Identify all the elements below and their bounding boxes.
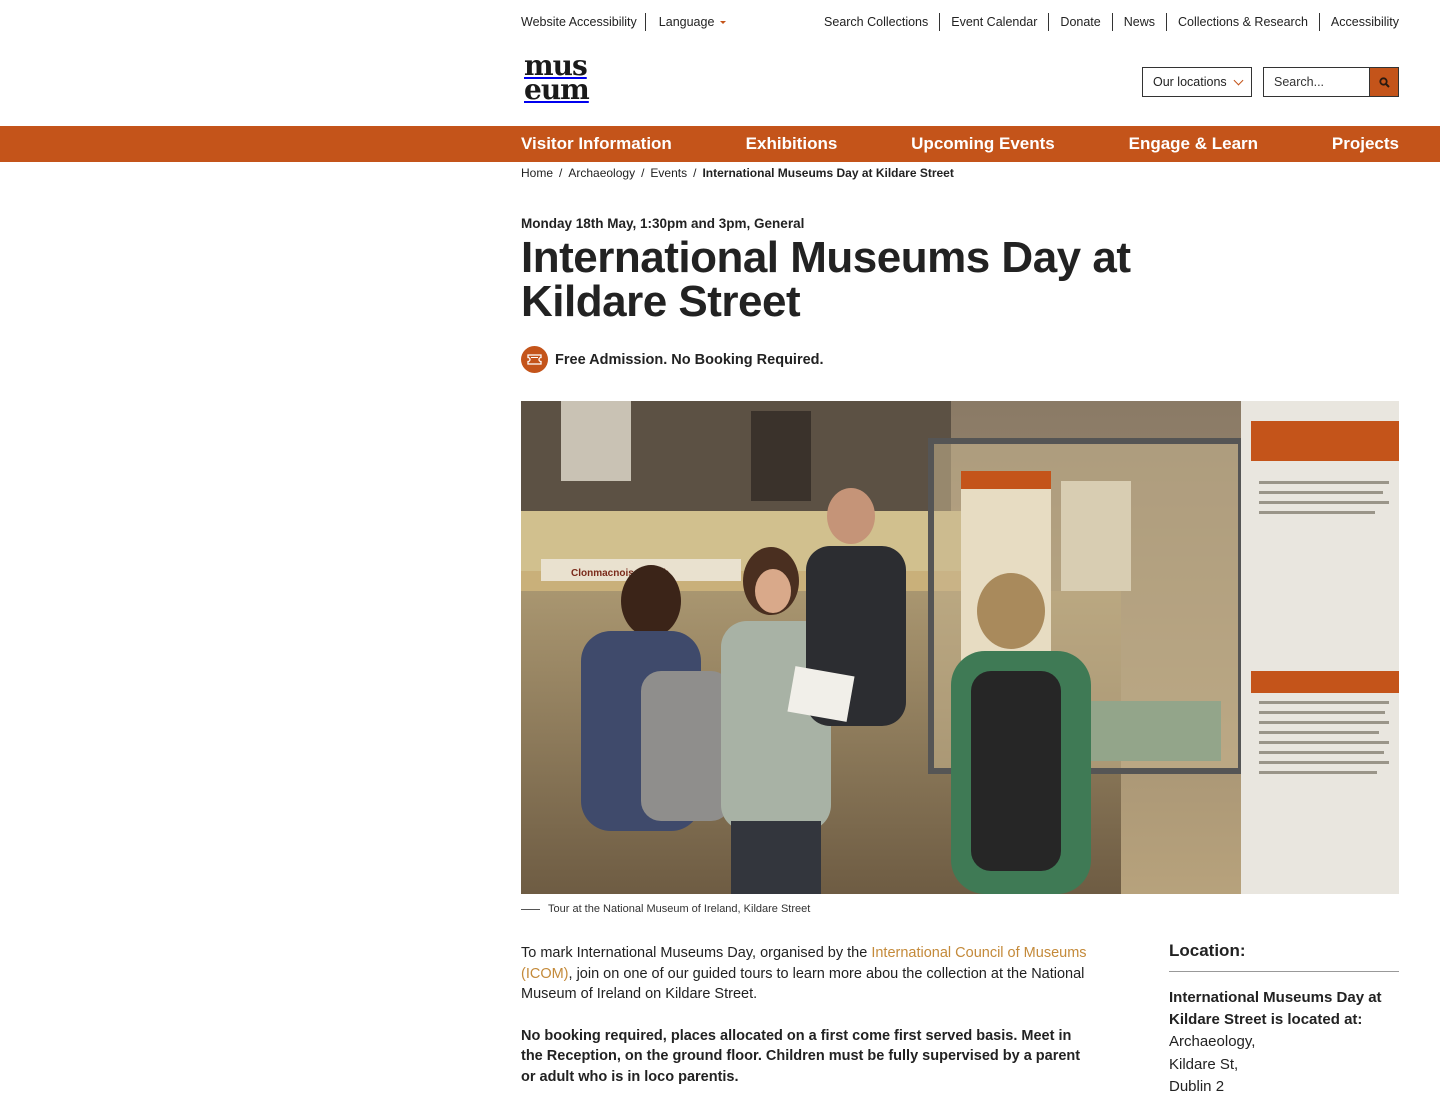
hero-photo: Clonmacnoise Tarbh (521, 401, 1399, 894)
breadcrumb-separator: / (693, 166, 697, 180)
collections-research-link[interactable]: Collections & Research (1166, 13, 1319, 31)
utility-right: Search Collections Event Calendar Donate… (824, 13, 1399, 31)
nav-engage-learn[interactable]: Engage & Learn (1129, 134, 1258, 154)
breadcrumb-separator: / (641, 166, 645, 180)
description-text: , join on one of our guided tours to lea… (521, 965, 1085, 1003)
news-link[interactable]: News (1111, 13, 1166, 31)
search-box (1263, 67, 1399, 97)
breadcrumb: Home / Archaeology / Events / Internatio… (521, 166, 954, 180)
gallery-tour-illustration: Clonmacnoise Tarbh (521, 401, 1399, 894)
search-button[interactable] (1369, 68, 1398, 96)
website-accessibility-link[interactable]: Website Accessibility (521, 13, 646, 31)
breadcrumb-current: International Museums Day at Kildare Str… (702, 166, 954, 180)
admission-info: Free Admission. No Booking Required. (521, 346, 824, 373)
language-label: Language (658, 15, 715, 29)
photo-caption: Tour at the National Museum of Ireland, … (521, 903, 810, 915)
caption-rule (521, 908, 540, 910)
location-intro: International Museums Day at Kildare Str… (1169, 989, 1382, 1028)
description-paragraph: To mark International Museums Day, organ… (521, 943, 1091, 1005)
event-date-meta: Monday 18th May, 1:30pm and 3pm, General (521, 216, 805, 231)
main-nav-items: Visitor Information Exhibitions Upcoming… (521, 126, 1399, 162)
location-panel: Location: International Museums Day at K… (1169, 941, 1399, 1099)
language-dropdown[interactable]: Language (659, 13, 727, 31)
location-heading: Location: (1169, 941, 1399, 972)
our-locations-label: Our locations (1153, 75, 1227, 89)
nav-projects[interactable]: Projects (1332, 134, 1399, 154)
donate-link[interactable]: Donate (1048, 13, 1111, 31)
chevron-down-icon (1233, 75, 1244, 85)
search-input[interactable] (1264, 68, 1369, 96)
admission-text: Free Admission. No Booking Required. (555, 351, 824, 368)
accessibility-link[interactable]: Accessibility (1318, 13, 1399, 31)
breadcrumb-separator: / (559, 166, 563, 180)
breadcrumb-archaeology[interactable]: Archaeology (568, 166, 635, 180)
utility-left: Website Accessibility Language (521, 13, 727, 31)
logo-line-2: eum (524, 73, 590, 106)
page: Website Accessibility Language Search Co… (0, 0, 1440, 1100)
nav-visitor-information[interactable]: Visitor Information (521, 134, 672, 154)
event-calendar-link[interactable]: Event Calendar (939, 13, 1048, 31)
booking-note: No booking required, places allocated on… (521, 1027, 1081, 1085)
ticket-icon (521, 346, 548, 373)
description-text: To mark International Museums Day, organ… (521, 945, 872, 961)
location-address-line: Archaeology, (1169, 1033, 1256, 1050)
search-collections-link[interactable]: Search Collections (824, 13, 939, 31)
nav-upcoming-events[interactable]: Upcoming Events (911, 134, 1055, 154)
nav-exhibitions[interactable]: Exhibitions (746, 134, 838, 154)
search-icon (1378, 76, 1390, 88)
breadcrumb-home[interactable]: Home (521, 166, 553, 180)
breadcrumb-events[interactable]: Events (650, 166, 687, 180)
utility-bar: Website Accessibility Language Search Co… (521, 12, 1399, 32)
page-title: International Museums Day at Kildare Str… (521, 233, 1131, 326)
caret-down-icon (720, 20, 727, 24)
museum-logo[interactable]: mus eum (524, 52, 594, 110)
main-nav: Visitor Information Exhibitions Upcoming… (0, 126, 1440, 162)
event-description: To mark International Museums Day, organ… (521, 943, 1091, 1100)
location-address-line: Kildare St, (1169, 1055, 1239, 1073)
our-locations-select[interactable]: Our locations (1142, 67, 1252, 97)
location-address-line: Dublin 2 (1169, 1078, 1225, 1095)
caption-text: Tour at the National Museum of Ireland, … (548, 903, 811, 915)
